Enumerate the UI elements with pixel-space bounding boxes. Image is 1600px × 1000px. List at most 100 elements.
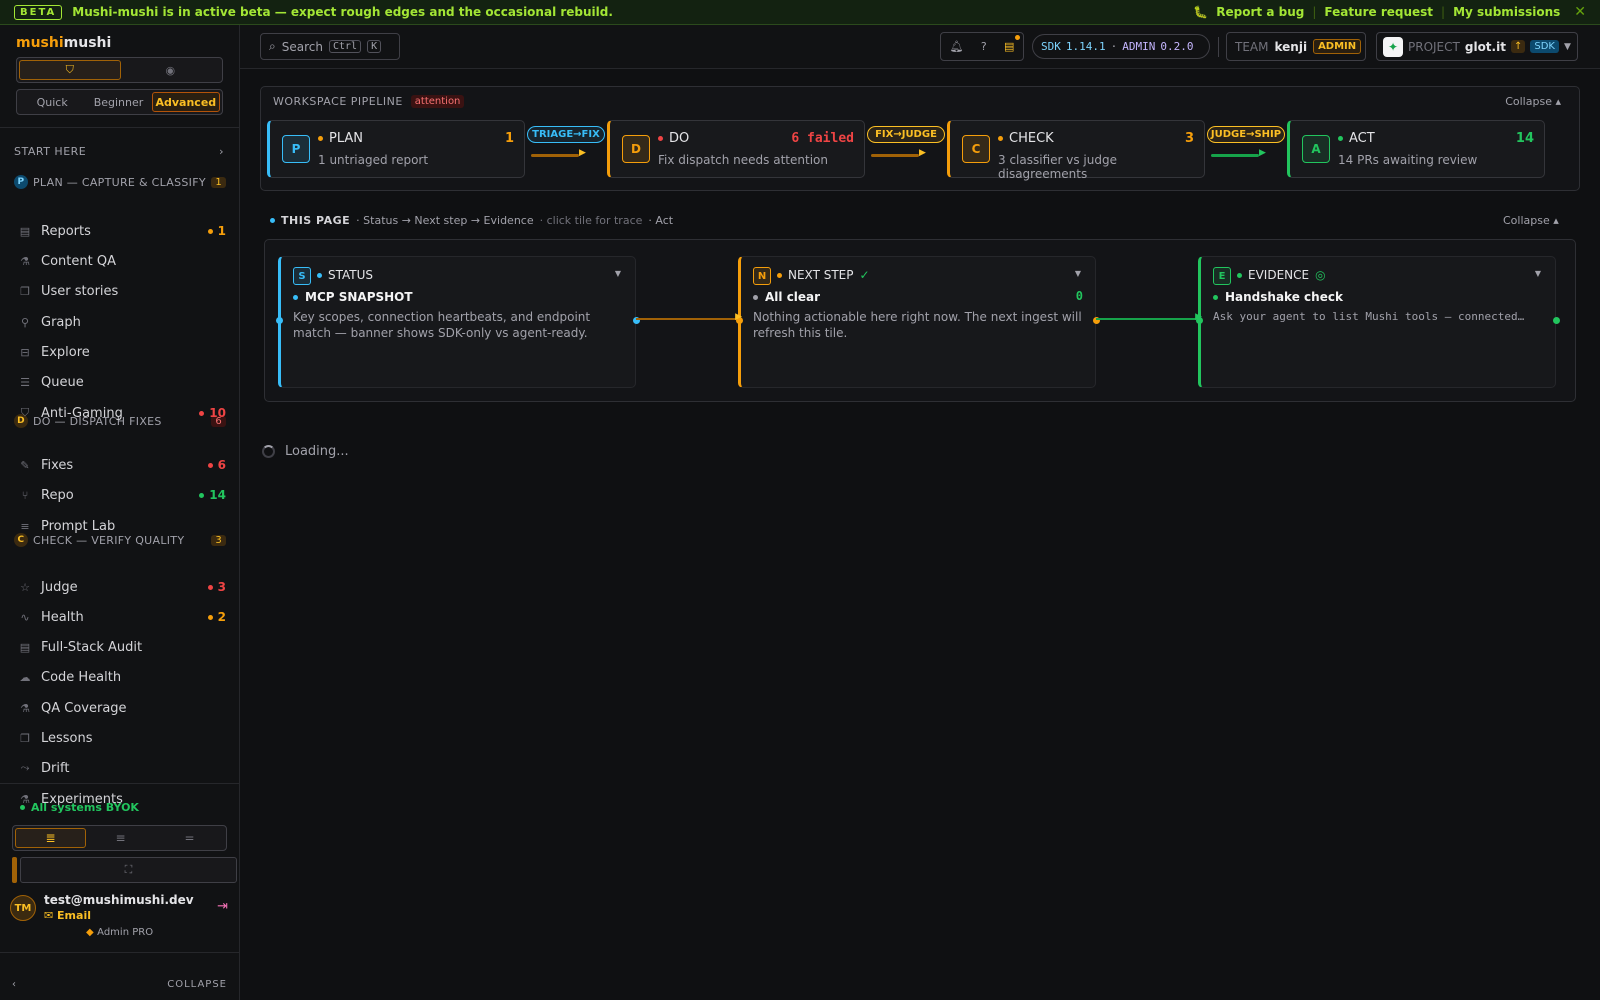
team-switcher[interactable]: TEAM kenji ADMIN <box>1226 32 1366 61</box>
close-icon[interactable]: ✕ <box>1574 4 1586 20</box>
bell-icon[interactable]: 🔔︎ <box>950 40 964 53</box>
this-page-tiles: S STATUS ▼ MCP SNAPSHOT Key scopes, connecti… <box>264 239 1576 402</box>
tile-status[interactable]: S STATUS ▼ MCP SNAPSHOT Key scopes, connecti… <box>276 256 640 388</box>
sidebar-item-label: User stories <box>41 283 119 299</box>
sidebar-item-reports[interactable]: ▤ Reports 1 <box>18 220 226 242</box>
this-page-act: · Act <box>648 214 674 227</box>
project-logo-icon: ✦ <box>1383 36 1403 57</box>
collapse-sidebar-button[interactable]: ‹ COLLAPSE <box>12 979 227 990</box>
count-badge: 1 <box>207 224 226 238</box>
tile-body: Nothing actionable here right now. The n… <box>753 310 1082 340</box>
book-icon: ❐ <box>20 731 30 745</box>
group-letter: P <box>14 175 28 189</box>
tile-name: EVIDENCE ◎ <box>1237 268 1326 282</box>
this-page-breadcrumb: · Status → Next step → Evidence <box>356 214 534 227</box>
sidebar-item-label: Queue <box>41 374 84 390</box>
level-advanced-button[interactable]: Advanced <box>151 92 220 112</box>
caret-down-icon[interactable]: ▼ <box>615 269 621 278</box>
pipeline-header: WORKSPACE PIPELINE attention <box>273 95 465 108</box>
this-page-collapse-button[interactable]: Collapse ▴ <box>1503 214 1559 227</box>
sidebar-item-full-stack-audit[interactable]: ▤ Full-Stack Audit <box>18 636 226 658</box>
sidebar-item-queue[interactable]: ☰ Queue <box>18 371 226 393</box>
shortcut-key: Ctrl <box>328 40 362 53</box>
count-badge: 2 <box>207 610 226 624</box>
level-quick-button[interactable]: Quick <box>19 92 85 112</box>
sidebar-item-anti-gaming[interactable]: ⛉ Anti-Gaming 10 <box>18 402 226 424</box>
stage-plan[interactable]: P PLAN 1 1 untriaged report <box>267 120 525 178</box>
report-bug-link[interactable]: Report a bug <box>1216 5 1304 19</box>
caret-down-icon[interactable]: ▼ <box>1075 269 1081 278</box>
divider <box>0 783 240 784</box>
stage-name: ACT <box>1338 131 1375 146</box>
workspace-pipeline: WORKSPACE PIPELINE attention Collapse ▴ … <box>260 86 1580 191</box>
search-icon: ⌕ <box>269 39 276 53</box>
eye-icon: ◉ <box>165 63 176 77</box>
sidebar-item-drift[interactable]: ⤳ Drift <box>18 757 226 779</box>
connector-port <box>276 317 283 324</box>
arrow-right-icon: ▶ <box>1259 148 1266 158</box>
my-submissions-link[interactable]: My submissions <box>1453 5 1560 19</box>
sidebar-item-user-stories[interactable]: ❐ User stories <box>18 280 226 302</box>
connector-line <box>871 154 919 157</box>
focus-mode-button[interactable]: ⛶ <box>20 857 237 883</box>
user-card: TM test@mushimushi.dev ✉ Email ◆ Admin P… <box>10 891 232 951</box>
help-icon[interactable]: ? <box>981 40 987 53</box>
arrow-right-icon: ▶ <box>579 148 586 158</box>
sidebar-item-code-health[interactable]: ☁ Code Health <box>18 666 226 688</box>
sidebar-item-label: Content QA <box>41 253 116 269</box>
status-dot <box>318 136 323 141</box>
connector-label: TRIAGE→FIX <box>527 126 605 143</box>
sidebar: mushimushi ⛉ ◉ Quick Beginner Advanced S… <box>0 25 240 1000</box>
sidebar-item-lessons[interactable]: ❐ Lessons <box>18 727 226 749</box>
sidebar-item-qa-coverage[interactable]: ⚗ QA Coverage <box>18 697 226 719</box>
stage-do[interactable]: D DO 6 failed Fix dispatch needs attention <box>607 120 865 178</box>
density-relaxed-button[interactable]: = <box>155 828 224 848</box>
explore-icon: ⊟ <box>20 345 30 359</box>
search-button[interactable]: ⌕ Search Ctrl K <box>260 33 400 60</box>
chat-icon[interactable]: ▤ <box>1004 40 1014 53</box>
brand-logo[interactable]: mushimushi <box>16 35 111 51</box>
tile-name: STATUS <box>317 268 379 282</box>
eye-view-button[interactable]: ◉ <box>121 60 221 80</box>
stage-act[interactable]: A ACT 14 14 PRs awaiting review <box>1287 120 1545 178</box>
sidebar-item-explore[interactable]: ⊟ Explore <box>18 341 226 363</box>
cloud-icon: ☁ <box>19 670 31 684</box>
feature-request-link[interactable]: Feature request <box>1324 5 1433 19</box>
level-beginner-button[interactable]: Beginner <box>85 92 151 112</box>
sidebar-item-repo[interactable]: ⑂ Repo 14 <box>18 484 226 506</box>
sidebar-item-prompt-lab[interactable]: ≡ Prompt Lab <box>18 515 226 537</box>
system-status: All systems BYOK <box>20 801 139 814</box>
sidebar-item-health[interactable]: ∿ Health 2 <box>18 606 226 628</box>
sidebar-item-content-qa[interactable]: ⚗ Content QA <box>18 250 226 272</box>
density-compact-button[interactable]: ≣ <box>15 828 86 848</box>
focus-handle[interactable] <box>12 857 17 883</box>
queue-icon: ☰ <box>20 375 30 389</box>
density-normal-button[interactable]: ≡ <box>86 828 155 848</box>
sidebar-item-label: QA Coverage <box>41 700 127 716</box>
sidebar-item-label: Prompt Lab <box>41 518 116 534</box>
avatar[interactable]: TM <box>10 895 36 921</box>
sidebar-item-graph[interactable]: ⚲ Graph <box>18 311 226 333</box>
tile-subtitle: MCP SNAPSHOT <box>293 290 413 304</box>
sidebar-item-fixes[interactable]: ✎ Fixes 6 <box>18 454 226 476</box>
shield-view-button[interactable]: ⛉ <box>19 60 121 80</box>
status-dot <box>1237 272 1242 278</box>
logout-icon[interactable]: ⇥ <box>217 899 228 914</box>
divider <box>0 127 240 128</box>
start-here-link[interactable]: START HERE › <box>14 145 224 158</box>
group-plan: P PLAN — CAPTURE & CLASSIFY 1 <box>14 175 226 189</box>
pipeline-collapse-button[interactable]: Collapse ▴ <box>1505 95 1561 108</box>
sidebar-item-judge[interactable]: ☆ Judge 3 <box>18 576 226 598</box>
group-title: PLAN — CAPTURE & CLASSIFY <box>33 175 206 189</box>
tile-letter: S <box>293 267 311 285</box>
tile-count: 0 <box>1075 289 1083 303</box>
tile-next-step[interactable]: N NEXT STEP ✓ ▼ All clear 0 Nothing actionable… <box>736 256 1100 388</box>
caret-up-icon: ▴ <box>1555 95 1561 108</box>
project-switcher[interactable]: ✦ PROJECT glot.it ↑ SDK ▼ <box>1376 32 1578 61</box>
stage-check[interactable]: C CHECK 3 3 classifier vs judge disagreemen… <box>947 120 1205 181</box>
stage-letter: P <box>282 135 310 163</box>
tile-evidence[interactable]: E EVIDENCE ◎ ▼ Handshake check Ask your agent… <box>1196 256 1560 388</box>
beaker-icon: ⚗ <box>20 701 30 715</box>
tile-letter: N <box>753 267 771 285</box>
caret-down-icon[interactable]: ▼ <box>1535 269 1541 278</box>
